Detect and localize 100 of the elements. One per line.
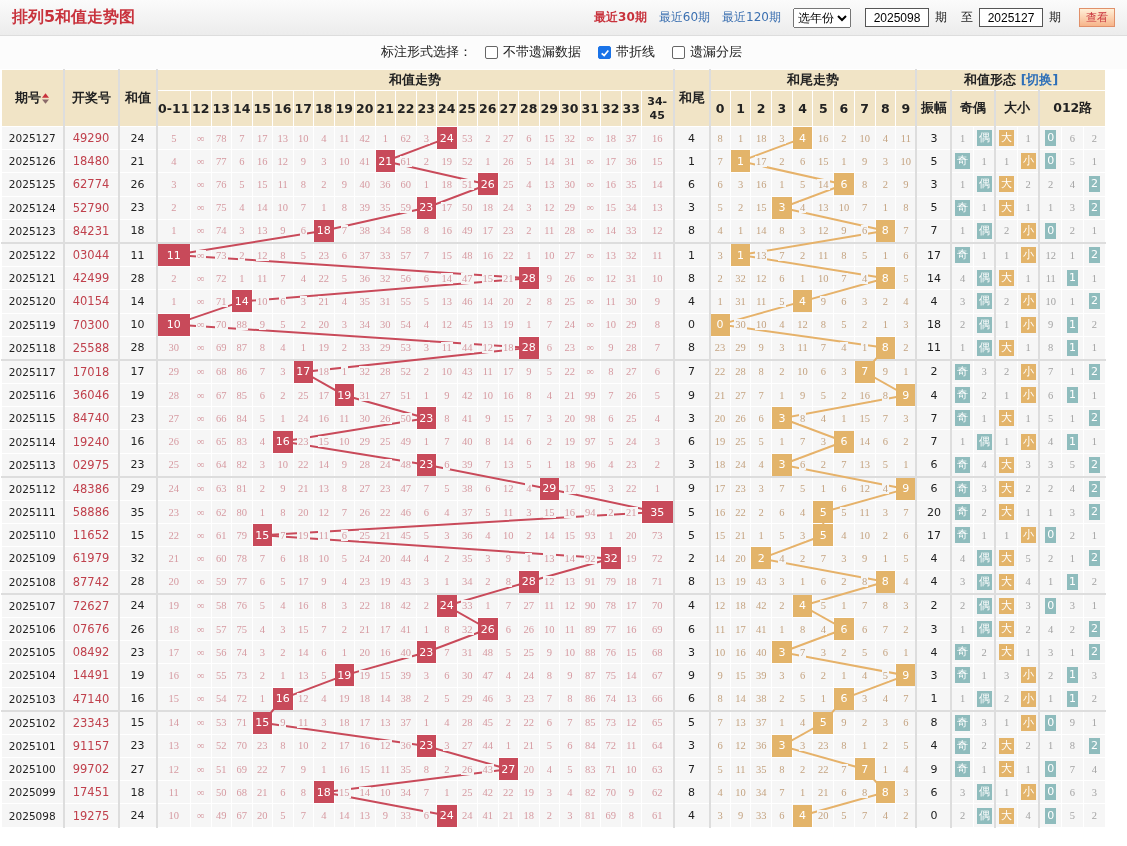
form-tag: 0 xyxy=(1045,153,1057,170)
miss-count: 5 xyxy=(902,740,910,752)
column-header: 和尾 xyxy=(673,69,710,127)
miss-count: 1 xyxy=(840,412,848,424)
period-link[interactable]: 最近30期 xyxy=(594,9,647,26)
form-tag: 0 xyxy=(1045,527,1057,544)
form-tag: 大 xyxy=(999,807,1015,824)
miss-count: 22 xyxy=(379,506,392,518)
miss-count: 28 xyxy=(358,459,371,471)
miss-count: 8 xyxy=(545,295,553,307)
miss-count: 3 xyxy=(980,366,988,378)
group-header: 和尾走势 xyxy=(709,69,917,91)
miss-count: 3 xyxy=(545,786,553,798)
miss-count: 26 xyxy=(502,155,515,167)
miss-count: 3 xyxy=(258,646,266,658)
issue-cell: 2025106 xyxy=(1,617,64,641)
miss-count: 1 xyxy=(1068,249,1077,261)
miss-count: 76 xyxy=(604,646,617,658)
miss-count: 1 xyxy=(545,459,553,471)
miss-count: 20 xyxy=(817,810,830,822)
miss-count: 19 xyxy=(167,600,180,612)
sum-marker: 19 xyxy=(334,384,354,407)
period-link[interactable]: 最近120期 xyxy=(722,9,781,26)
miss-count: 2 xyxy=(778,155,786,167)
miss-count: 21 xyxy=(358,623,371,635)
miss-count: 8 xyxy=(258,342,266,354)
miss-count: 2 xyxy=(959,810,967,822)
miss-count: 11 xyxy=(338,412,351,424)
issue-cell: 2025102 xyxy=(1,710,64,735)
miss-count: 9 xyxy=(504,552,512,564)
miss-count: 8 xyxy=(627,810,635,822)
checkbox[interactable] xyxy=(672,46,685,59)
miss-count: 37 xyxy=(625,132,638,144)
miss-count: 5 xyxy=(902,272,910,284)
miss-count: 68 xyxy=(651,646,664,658)
period-link[interactable]: 最近60期 xyxy=(658,9,711,26)
miss-count: 3 xyxy=(340,319,348,331)
start-issue-field[interactable]: 2025098 xyxy=(865,8,929,27)
checkbox[interactable] xyxy=(485,46,498,59)
miss-count: 23 xyxy=(625,459,638,471)
miss-count: 49 xyxy=(215,810,228,822)
miss-count: 6 xyxy=(443,459,451,471)
issue-label: 期 xyxy=(935,9,947,26)
miss-count: 70 xyxy=(215,319,228,331)
miss-count: 3 xyxy=(778,576,786,588)
miss-count: 7 xyxy=(653,342,661,354)
sum-marker: 18 xyxy=(314,219,334,242)
miss-count: 12 xyxy=(502,483,515,495)
miss-count: 4 xyxy=(840,529,848,541)
miss-count: 3 xyxy=(1024,459,1032,471)
issue-cell: 2025115 xyxy=(1,406,64,430)
miss-count: 1 xyxy=(959,342,967,354)
issue-cell: 2025118 xyxy=(1,336,64,360)
miss-count: 20 xyxy=(317,319,330,331)
sort-icon[interactable] xyxy=(42,92,50,104)
miss-count: 7 xyxy=(422,483,430,495)
miss-count: 27 xyxy=(167,412,180,424)
miss-count: 1 xyxy=(840,600,848,612)
form-tag: 小 xyxy=(1020,714,1036,731)
miss-count: 11 xyxy=(899,132,912,144)
miss-count: 11 xyxy=(604,295,617,307)
miss-count: 1 xyxy=(170,295,178,307)
form-tag: 大 xyxy=(999,597,1015,614)
miss-count: 18 xyxy=(604,132,617,144)
miss-count: 35 xyxy=(379,202,392,214)
switch-link[interactable]: [切换] xyxy=(1020,71,1059,87)
miss-count: 6 xyxy=(757,412,765,424)
miss-count: 17 xyxy=(563,483,576,495)
tail-marker: 9 xyxy=(896,477,916,500)
miss-count: 2 xyxy=(840,576,848,588)
end-issue-field[interactable]: 2025127 xyxy=(979,8,1043,27)
miss-count: 43 xyxy=(481,763,494,775)
miss-count: 17 xyxy=(167,646,180,658)
miss-count: 31 xyxy=(563,155,576,167)
miss-count: 9 xyxy=(545,646,553,658)
miss-count: 20 xyxy=(358,646,371,658)
miss-count: 3 xyxy=(861,693,869,705)
miss-count: 3 xyxy=(1003,669,1011,681)
column-header[interactable]: 期号 xyxy=(15,89,42,107)
issue-label: 期 xyxy=(1049,9,1061,26)
view-button[interactable]: 查看 xyxy=(1079,8,1115,27)
issue-cell: 2025122 xyxy=(1,242,64,267)
miss-count: 12 xyxy=(167,763,180,775)
miss-count: 2 xyxy=(840,389,848,401)
miss-count: 34 xyxy=(625,202,638,214)
miss-count: 8 xyxy=(299,178,307,190)
year-select[interactable]: 选年份 xyxy=(793,7,851,28)
miss-count: 13 xyxy=(358,810,371,822)
miss-count: 5 xyxy=(798,693,807,705)
form-tag: 大 xyxy=(999,480,1015,497)
form-tag: 大 xyxy=(999,130,1015,147)
miss-count: 71 xyxy=(651,576,664,588)
miss-count: 3 xyxy=(840,552,848,564)
checkbox[interactable] xyxy=(598,46,611,59)
miss-count: 9 xyxy=(798,389,807,401)
miss-count: 4 xyxy=(340,295,348,307)
miss-count: 3 xyxy=(959,576,967,588)
miss-count: 13 xyxy=(543,178,556,190)
miss-count: 3 xyxy=(798,740,807,752)
miss-count: 10 xyxy=(276,202,289,214)
